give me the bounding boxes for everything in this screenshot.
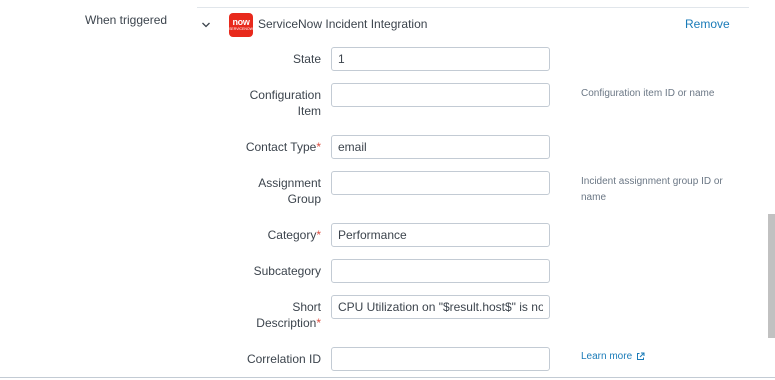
scrollbar-thumb[interactable] [768, 214, 775, 338]
configuration-item-hint: Configuration item ID or name [581, 88, 715, 99]
contact-type-label: Contact Type* [245, 140, 321, 154]
external-link-icon [636, 352, 645, 361]
correlation-id-input[interactable] [331, 347, 550, 371]
assignment-group-hint: Incident assignment group ID or name [581, 176, 723, 203]
alert-action-panel: When triggered now SERVICENOW ServiceNow… [0, 0, 775, 380]
integration-title: ServiceNow Incident Integration [258, 17, 428, 31]
category-input[interactable] [331, 223, 550, 247]
category-label: Category* [267, 228, 321, 242]
state-label: State [292, 52, 321, 66]
chevron-down-icon[interactable] [200, 18, 212, 30]
subcategory-input[interactable] [331, 259, 550, 283]
state-input[interactable] [331, 47, 550, 71]
configuration-item-label: Configuration Item [249, 88, 321, 118]
section-divider [197, 7, 749, 8]
learn-more-link[interactable]: Learn more [581, 351, 645, 362]
subcategory-label: Subcategory [253, 264, 321, 278]
bottom-divider [0, 377, 775, 378]
assignment-group-input[interactable] [331, 171, 550, 195]
short-description-input[interactable] [331, 295, 550, 319]
short-description-label: Short Description* [256, 300, 321, 330]
servicenow-logo: now SERVICENOW [229, 13, 253, 37]
remove-link[interactable]: Remove [685, 17, 730, 31]
assignment-group-label: Assignment Group [258, 176, 321, 206]
when-triggered-label: When triggered [85, 13, 168, 27]
contact-type-input[interactable] [331, 135, 550, 159]
configuration-item-input[interactable] [331, 83, 550, 107]
correlation-id-label: Correlation ID [246, 352, 321, 366]
